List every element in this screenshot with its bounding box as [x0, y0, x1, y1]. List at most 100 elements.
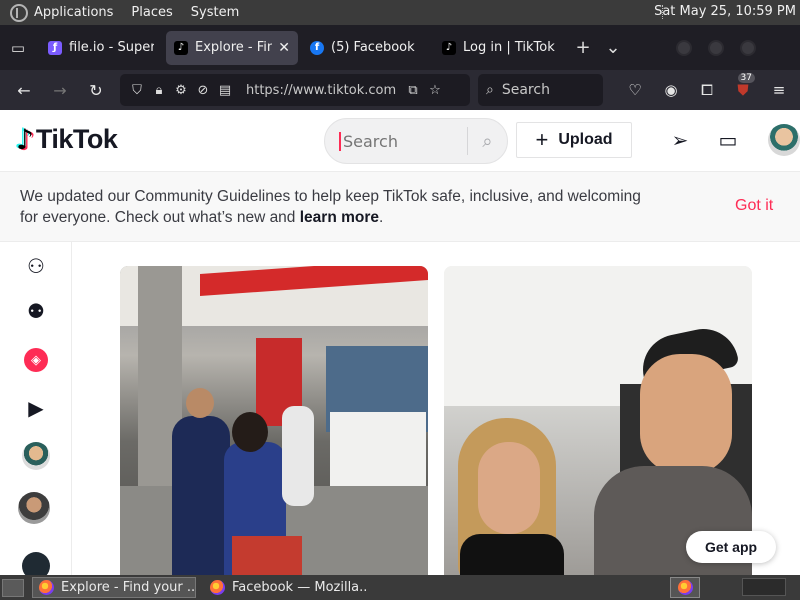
banner-line-1: We updated our Community Guidelines to h…	[20, 188, 641, 205]
tiktok-note-icon: ♪	[16, 123, 34, 156]
desktop-top-panel: Applications Places System Sat May 25, 1…	[0, 0, 800, 25]
video-person-bystander	[282, 406, 314, 506]
system-menu[interactable]: System	[191, 5, 239, 20]
close-tab-icon[interactable]: ✕	[278, 40, 290, 56]
firefox-view-button[interactable]: ▭	[0, 30, 36, 66]
avatar[interactable]	[18, 492, 50, 524]
new-tab-button[interactable]: +	[568, 37, 598, 58]
video-person-head	[186, 388, 214, 418]
tiktok-search-input[interactable]	[339, 131, 467, 151]
taskbar-item-explore[interactable]: Explore - Find your ...	[32, 577, 196, 598]
search-bar[interactable]: ⌕ Search	[478, 74, 603, 106]
banner-period: .	[379, 209, 384, 226]
tab-strip: ▭ ƒ file.io - Super s ♪ Explore - Find ✕…	[0, 25, 800, 70]
tiktok-icon: ♪	[174, 40, 188, 55]
ublock-button[interactable]: ⛊ 37	[725, 73, 761, 99]
avatar[interactable]	[22, 552, 50, 575]
tray-firefox-launcher[interactable]	[670, 577, 700, 598]
bookmark-star-icon[interactable]: ☆	[424, 83, 446, 98]
account-button[interactable]: ◉	[653, 81, 689, 99]
close-window-button[interactable]	[740, 39, 756, 56]
pocket-icon: ♡	[628, 81, 642, 99]
plus-icon: +	[575, 37, 591, 58]
taskbar-item-facebook[interactable]: Facebook — Mozilla...	[204, 577, 368, 598]
get-app-button[interactable]: Get app	[686, 531, 776, 563]
minimize-window-button[interactable]	[676, 39, 692, 56]
reader-mode-icon[interactable]: ▤	[214, 83, 236, 98]
tiktok-icon: ♪	[442, 40, 456, 55]
firefox-view-icon: ▭	[10, 38, 26, 57]
live-icon[interactable]: ▶	[22, 394, 50, 422]
inbox-icon[interactable]: ▭	[716, 128, 740, 152]
tiktok-logo[interactable]: ♪ TikTok	[16, 123, 118, 156]
video-person-top	[460, 534, 564, 575]
video-card[interactable]	[444, 266, 752, 575]
forward-button[interactable]: →	[42, 81, 78, 100]
tracking-blocked-icon[interactable]: ⊘	[192, 83, 214, 98]
shield-icon[interactable]: ⛉	[126, 83, 148, 98]
maximize-window-button[interactable]	[708, 39, 724, 56]
app-menu-button[interactable]: ≡	[761, 81, 797, 99]
banner-line-2: for everyone. Check out what’s new and	[20, 209, 300, 226]
url-text[interactable]: https://www.tiktok.com/	[246, 83, 396, 98]
list-all-tabs-button[interactable]: ⌄	[598, 37, 628, 58]
upload-button[interactable]: + Upload	[516, 122, 632, 158]
arrow-left-icon: ←	[17, 80, 31, 100]
profile-avatar[interactable]	[768, 124, 800, 156]
back-button[interactable]: ←	[6, 81, 42, 100]
hamburger-icon: ≡	[772, 81, 786, 99]
firefox-icon	[39, 580, 54, 595]
tab-title: Log in | TikTok	[463, 40, 555, 55]
fileio-icon: ƒ	[48, 40, 62, 55]
video-person-face	[478, 442, 540, 534]
friends-icon[interactable]: ⚉	[22, 297, 50, 325]
tiktok-header: ♪ TikTok ⌕ + Upload ➢ ▭	[0, 110, 800, 172]
show-desktop-icon[interactable]	[2, 578, 24, 597]
video-person-man	[172, 416, 230, 575]
upload-label: Upload	[558, 131, 613, 148]
task-title: Facebook — Mozilla...	[232, 580, 368, 595]
following-icon[interactable]: ⚇	[22, 252, 50, 280]
tab-facebook[interactable]: f (5) Facebook	[302, 31, 430, 65]
video-card[interactable]	[120, 266, 428, 575]
reload-button[interactable]: ↻	[78, 81, 114, 100]
applications-menu[interactable]: Applications	[34, 5, 113, 20]
extensions-button[interactable]: ⧠	[689, 81, 725, 99]
guidelines-banner: We updated our Community Guidelines to h…	[0, 172, 800, 242]
avatar[interactable]	[22, 442, 50, 470]
plus-icon: +	[535, 127, 549, 152]
task-title: Explore - Find your ...	[61, 580, 196, 595]
distro-logo-icon[interactable]	[10, 3, 28, 22]
search-icon: ⌕	[486, 82, 494, 98]
video-person-skirt	[232, 536, 302, 575]
permissions-icon[interactable]: ⚙︎	[170, 83, 192, 98]
tab-title: (5) Facebook	[331, 40, 415, 55]
tab-tiktok-login[interactable]: ♪ Log in | TikTok	[434, 31, 568, 65]
places-menu[interactable]: Places	[131, 5, 172, 20]
pocket-button[interactable]: ♡	[617, 81, 653, 99]
toolbar-buttons: ♡ ◉ ⧠ ⛊ 37 ≡	[617, 73, 797, 99]
got-it-button[interactable]: Got it	[735, 197, 773, 215]
search-icon[interactable]: ⌕	[468, 131, 507, 152]
learn-more-link[interactable]: learn more	[300, 209, 379, 226]
clock[interactable]: Sat May 25, 10:59 PM	[654, 4, 796, 19]
ublock-icon: ⛊	[737, 81, 749, 99]
web-page: ♪ TikTok ⌕ + Upload ➢ ▭ We updated our C…	[0, 110, 800, 575]
search-bar-placeholder: Search	[501, 82, 550, 98]
tiktok-search-box: ⌕	[324, 118, 508, 164]
firefox-icon	[210, 580, 225, 595]
send-message-icon[interactable]: ➢	[668, 128, 692, 152]
chevron-down-icon: ⌄	[605, 37, 621, 58]
tab-explore[interactable]: ♪ Explore - Find ✕	[166, 30, 298, 65]
workspace-switcher[interactable]	[742, 578, 786, 596]
extension-badge: 37	[737, 73, 755, 83]
picture-icon[interactable]: ⧉	[402, 83, 424, 98]
desktop-taskbar: Explore - Find your ... Facebook — Mozil…	[0, 575, 800, 600]
tab-fileio[interactable]: ƒ file.io - Super s	[40, 31, 162, 65]
address-bar[interactable]: ⛉ 🔒︎ ⚙︎ ⊘ ▤ https://www.tiktok.com/ ⧉ ☆	[120, 74, 470, 106]
explore-icon[interactable]: ◈	[24, 348, 48, 372]
tab-title: file.io - Super s	[69, 40, 154, 55]
tiktok-wordmark: TikTok	[35, 124, 118, 154]
video-person-hair	[232, 412, 268, 452]
lock-icon[interactable]: 🔒︎	[148, 83, 170, 98]
